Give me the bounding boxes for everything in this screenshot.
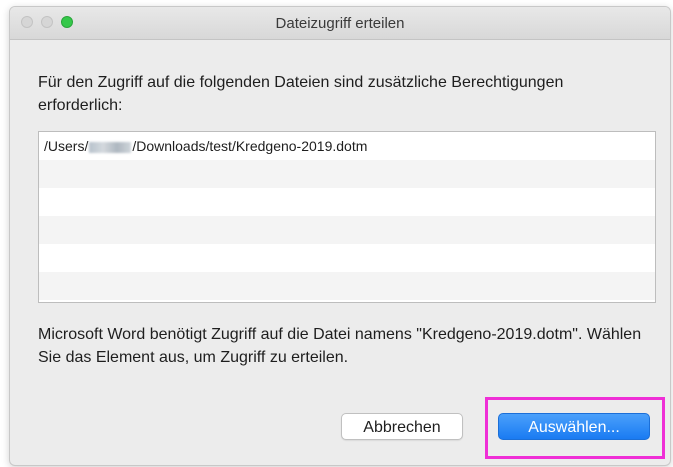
file-list[interactable]: /Users/ /Downloads/test/Kredgeno-2019.dot… bbox=[38, 131, 656, 303]
file-list-empty-row bbox=[39, 216, 655, 244]
file-path-prefix: /Users/ bbox=[44, 138, 89, 154]
window-title: Dateizugriff erteilen bbox=[275, 15, 405, 32]
redacted-username bbox=[89, 141, 132, 153]
file-list-empty-row bbox=[39, 300, 655, 302]
file-list-empty-row bbox=[39, 188, 655, 216]
file-list-empty-row bbox=[39, 272, 655, 300]
access-description: Microsoft Word benötigt Zugriff auf die … bbox=[38, 326, 642, 366]
file-path-suffix: /Downloads/test/Kredgeno-2019.dotm bbox=[132, 138, 368, 154]
file-list-row[interactable]: /Users/ /Downloads/test/Kredgeno-2019.dot… bbox=[39, 132, 655, 160]
cancel-button[interactable]: Abbrechen bbox=[341, 413, 463, 440]
file-list-empty-row bbox=[39, 244, 655, 272]
permission-message: Für den Zugriff auf die folgenden Dateie… bbox=[38, 74, 564, 114]
file-list-empty-row bbox=[39, 160, 655, 188]
select-button[interactable]: Auswählen... bbox=[498, 413, 650, 440]
titlebar: Dateizugriff erteilen bbox=[10, 7, 670, 40]
permission-dialog-window: Dateizugriff erteilen Für den Zugriff au… bbox=[9, 6, 671, 466]
